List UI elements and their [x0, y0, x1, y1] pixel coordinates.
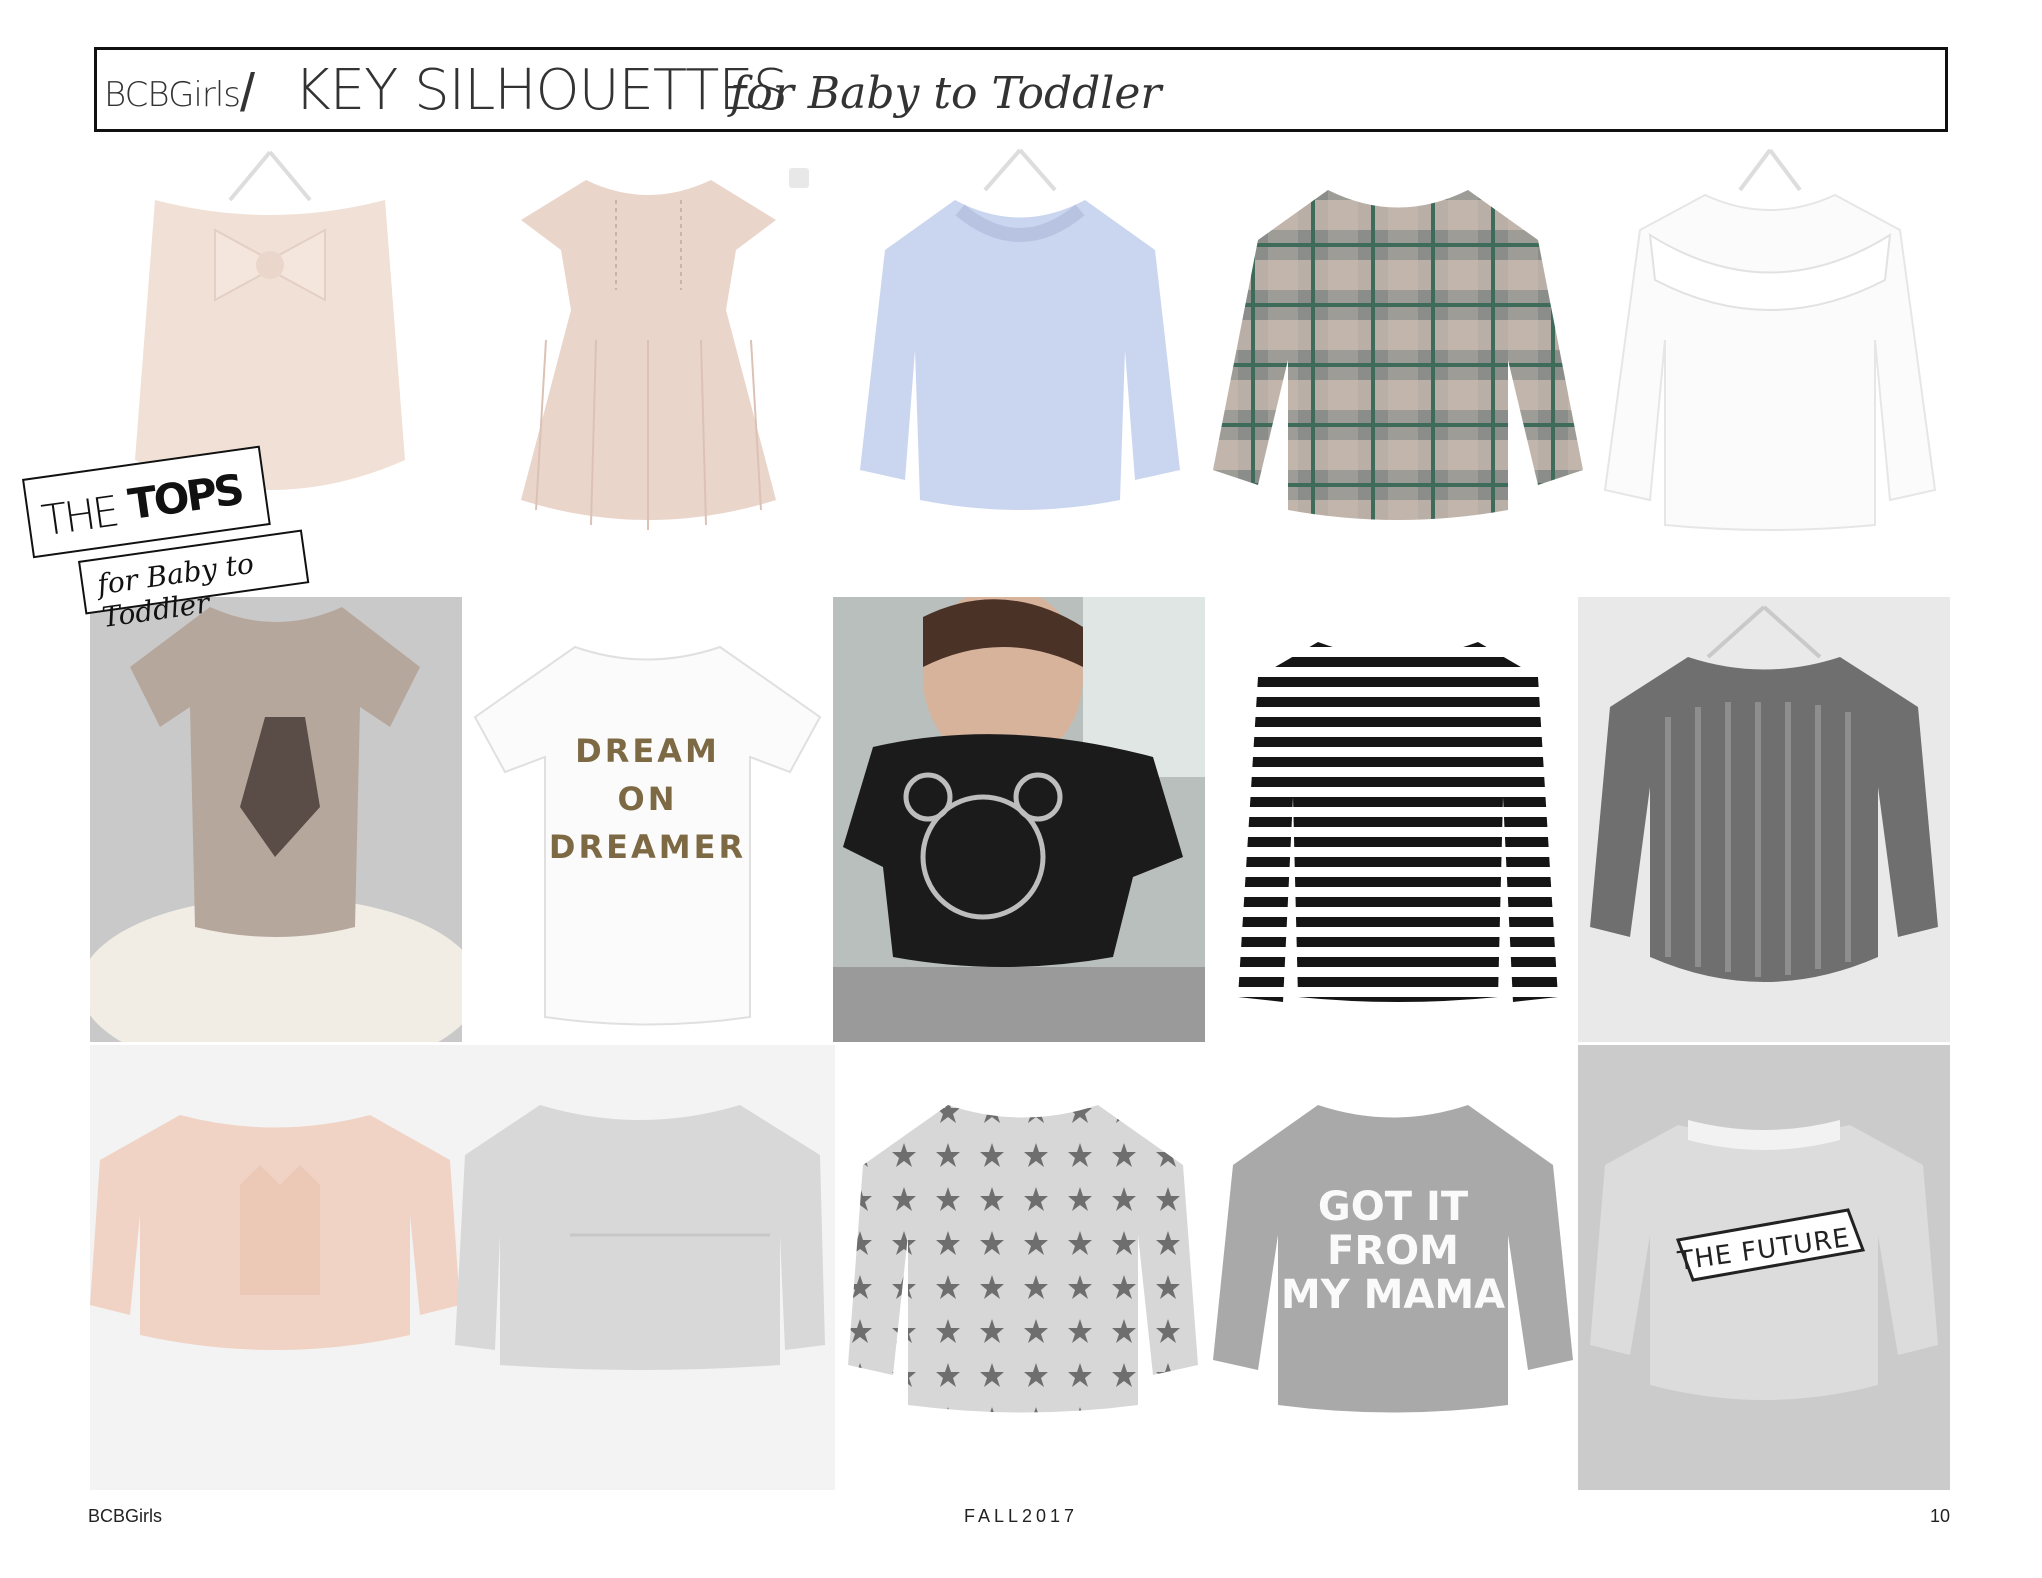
product-image-mama-sweatshirt[interactable]: GOT IT FROM MY MAMA	[1208, 1045, 1578, 1490]
white-shirt-illustration	[1603, 148, 1937, 531]
product-image-future-sweatshirt[interactable]: THE FUTURE	[1578, 1045, 1950, 1490]
star-sweatshirt-illustration	[848, 1105, 1198, 1413]
product-image-bear-tee-photo[interactable]	[833, 597, 1205, 1042]
blue-blouse-illustration	[860, 148, 1180, 510]
grey-knit-illustration	[1590, 605, 1938, 982]
product-image-taupe-tee[interactable]	[90, 597, 462, 1042]
title-separator: /	[240, 63, 256, 123]
product-image-blue-blouse[interactable]	[835, 140, 1205, 540]
pink-and-grey-sweatshirts-illustration	[90, 1045, 835, 1490]
page-number: 10	[1930, 1506, 1951, 1526]
brand-name: BCBGirls	[104, 75, 241, 115]
product-image-grey-knit[interactable]	[1578, 597, 1950, 1042]
mama-sweatshirt-slogan: GOT IT FROM MY MAMA	[1280, 1184, 1506, 1318]
expand-icon[interactable]	[789, 168, 809, 188]
product-image-pink-dress[interactable]	[476, 140, 821, 540]
pink-dress-illustration	[521, 180, 776, 530]
striped-top-illustration	[1238, 642, 1558, 1002]
product-image-white-shirt[interactable]	[1590, 140, 1950, 540]
sticker-the: THE	[38, 486, 120, 546]
product-image-striped-top[interactable]	[1208, 597, 1588, 1042]
sticker-tops: TOPS	[125, 464, 245, 530]
plaid-blouse-illustration	[1213, 190, 1583, 520]
product-image-dream-tee[interactable]: DREAM ON DREAMER	[465, 597, 830, 1042]
dream-tee-slogan: DREAM ON DREAMER	[548, 732, 747, 866]
taupe-tee-illustration	[90, 597, 462, 1042]
product-image-star-sweatshirt[interactable]	[838, 1045, 1208, 1490]
bear-tee-photo-illustration	[833, 597, 1205, 1042]
page-title: KEY SILHOUETTES	[294, 58, 788, 123]
footer-season: FALL2017	[963, 1506, 1079, 1526]
product-image-pair-pink-grey	[90, 1045, 835, 1490]
page-title-script: for Baby to Toddler	[730, 68, 1162, 119]
product-image-plaid-blouse[interactable]	[1208, 140, 1588, 540]
